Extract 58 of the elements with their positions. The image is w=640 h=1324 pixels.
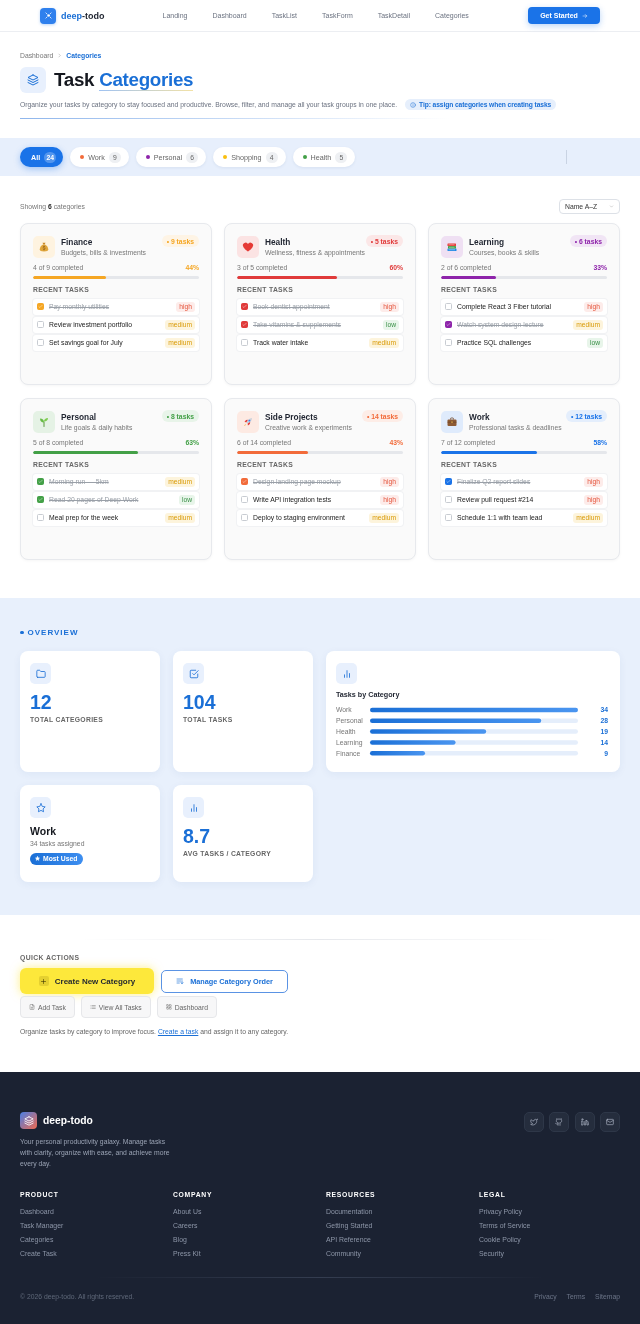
layers-icon xyxy=(20,67,46,93)
check-icon xyxy=(38,304,43,310)
task-checkbox[interactable] xyxy=(241,321,248,329)
twitter-icon[interactable] xyxy=(523,1112,544,1132)
logo-icon[interactable] xyxy=(40,7,56,24)
bullet-dot-icon xyxy=(20,630,24,635)
footer-brand-name[interactable]: deep-todo xyxy=(43,1115,93,1126)
grid-icon xyxy=(165,1004,172,1010)
chevron-right-icon xyxy=(57,53,63,58)
list-icon xyxy=(89,1004,96,1010)
check-icon xyxy=(38,479,43,485)
task-checkbox[interactable] xyxy=(37,496,44,504)
task-checkbox[interactable] xyxy=(445,478,452,486)
github-icon[interactable] xyxy=(549,1112,569,1132)
plus-icon xyxy=(38,976,49,986)
bar-chart-icon xyxy=(183,797,204,818)
category-name: Finance xyxy=(61,237,94,247)
check-icon xyxy=(38,497,43,503)
check-icon xyxy=(446,479,451,485)
linkedin-icon[interactable] xyxy=(574,1112,595,1132)
mail-icon[interactable] xyxy=(600,1112,620,1132)
sort-list-icon xyxy=(176,977,185,985)
star-icon xyxy=(35,856,40,861)
task-checkbox[interactable] xyxy=(241,478,248,486)
chart-bar xyxy=(370,750,426,756)
category-name: Side Projects xyxy=(265,412,319,422)
books-icon xyxy=(441,236,463,258)
bar-chart-icon xyxy=(336,663,357,684)
category-name: Personal xyxy=(61,412,98,422)
task-checkbox[interactable] xyxy=(445,321,452,329)
rocket-icon xyxy=(237,411,259,433)
top-category-name: Work xyxy=(30,824,58,838)
check-icon xyxy=(242,479,247,485)
check-square-icon xyxy=(183,663,204,684)
category-name: Learning xyxy=(469,237,506,247)
task-checkbox[interactable] xyxy=(241,303,248,311)
check-icon xyxy=(242,304,247,310)
check-icon xyxy=(446,322,451,328)
brand-name[interactable]: deep-todo xyxy=(61,10,105,21)
create-category-button[interactable]: Create New Category xyxy=(20,968,154,994)
briefcase-icon xyxy=(441,411,463,433)
check-icon xyxy=(242,322,247,328)
file-plus-icon xyxy=(29,1004,35,1010)
category-name: Health xyxy=(265,237,292,247)
layers-icon[interactable] xyxy=(20,1112,37,1129)
seedling-icon xyxy=(33,411,55,433)
task-checkbox[interactable] xyxy=(37,478,44,486)
folder-icon xyxy=(30,663,51,684)
stat-value: 104 xyxy=(183,690,217,714)
section-heading: OVERVIEW xyxy=(27,628,79,637)
info-icon xyxy=(410,101,417,108)
money-bag-icon xyxy=(33,236,55,258)
arrow-right-icon xyxy=(581,12,588,19)
stat-value: 8.7 xyxy=(183,824,212,848)
task-checkbox[interactable] xyxy=(37,303,44,311)
category-name: Work xyxy=(469,412,491,422)
chevron-down-icon xyxy=(609,204,614,209)
stat-value: 12 xyxy=(30,690,53,714)
